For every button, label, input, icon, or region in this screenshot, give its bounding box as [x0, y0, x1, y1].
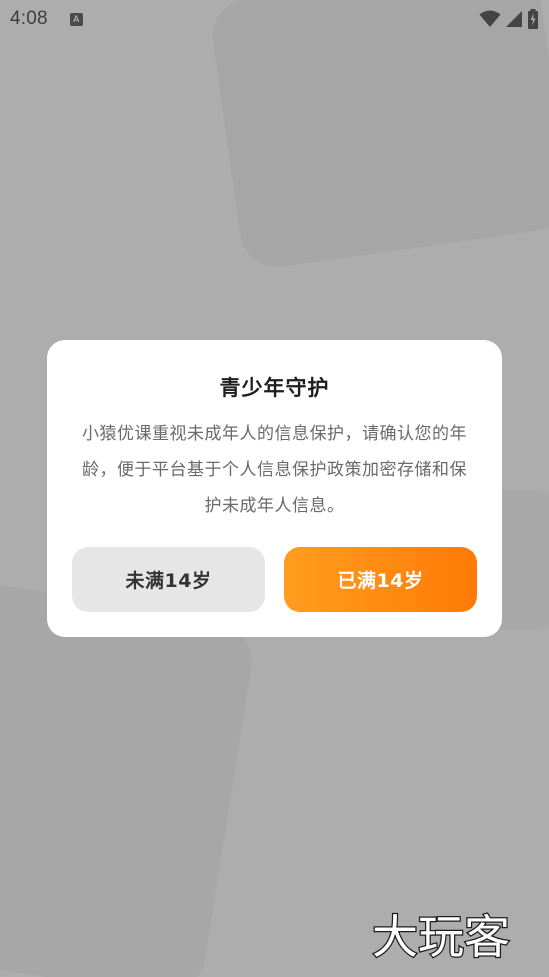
status-time: 4:08: [10, 8, 48, 29]
over-14-button[interactable]: 已满14岁: [284, 547, 477, 612]
cell-signal-icon: [506, 11, 522, 27]
dialog-title: 青少年守护: [219, 376, 330, 400]
dialog-message: 小猿优课重视未成年人的信息保护，请确认您的年龄，便于平台基于个人信息保护政策加密…: [82, 424, 467, 516]
watermark-logo: 大玩客: [372, 909, 511, 965]
status-bar: 4:08 A: [0, 0, 549, 38]
battery-charging-icon: [528, 9, 538, 29]
age-verification-dialog: 青少年守护 小猿优课重视未成年人的信息保护，请确认您的年龄，便于平台基于个人信息…: [47, 340, 502, 637]
svg-text:大玩客: 大玩客: [372, 910, 510, 964]
under-14-button[interactable]: 未满14岁: [72, 547, 265, 612]
background-shape: [0, 578, 258, 977]
a-box-icon: A: [69, 12, 83, 26]
wifi-icon: [479, 10, 501, 27]
background-shape: [207, 0, 549, 272]
status-icons: [479, 9, 539, 29]
